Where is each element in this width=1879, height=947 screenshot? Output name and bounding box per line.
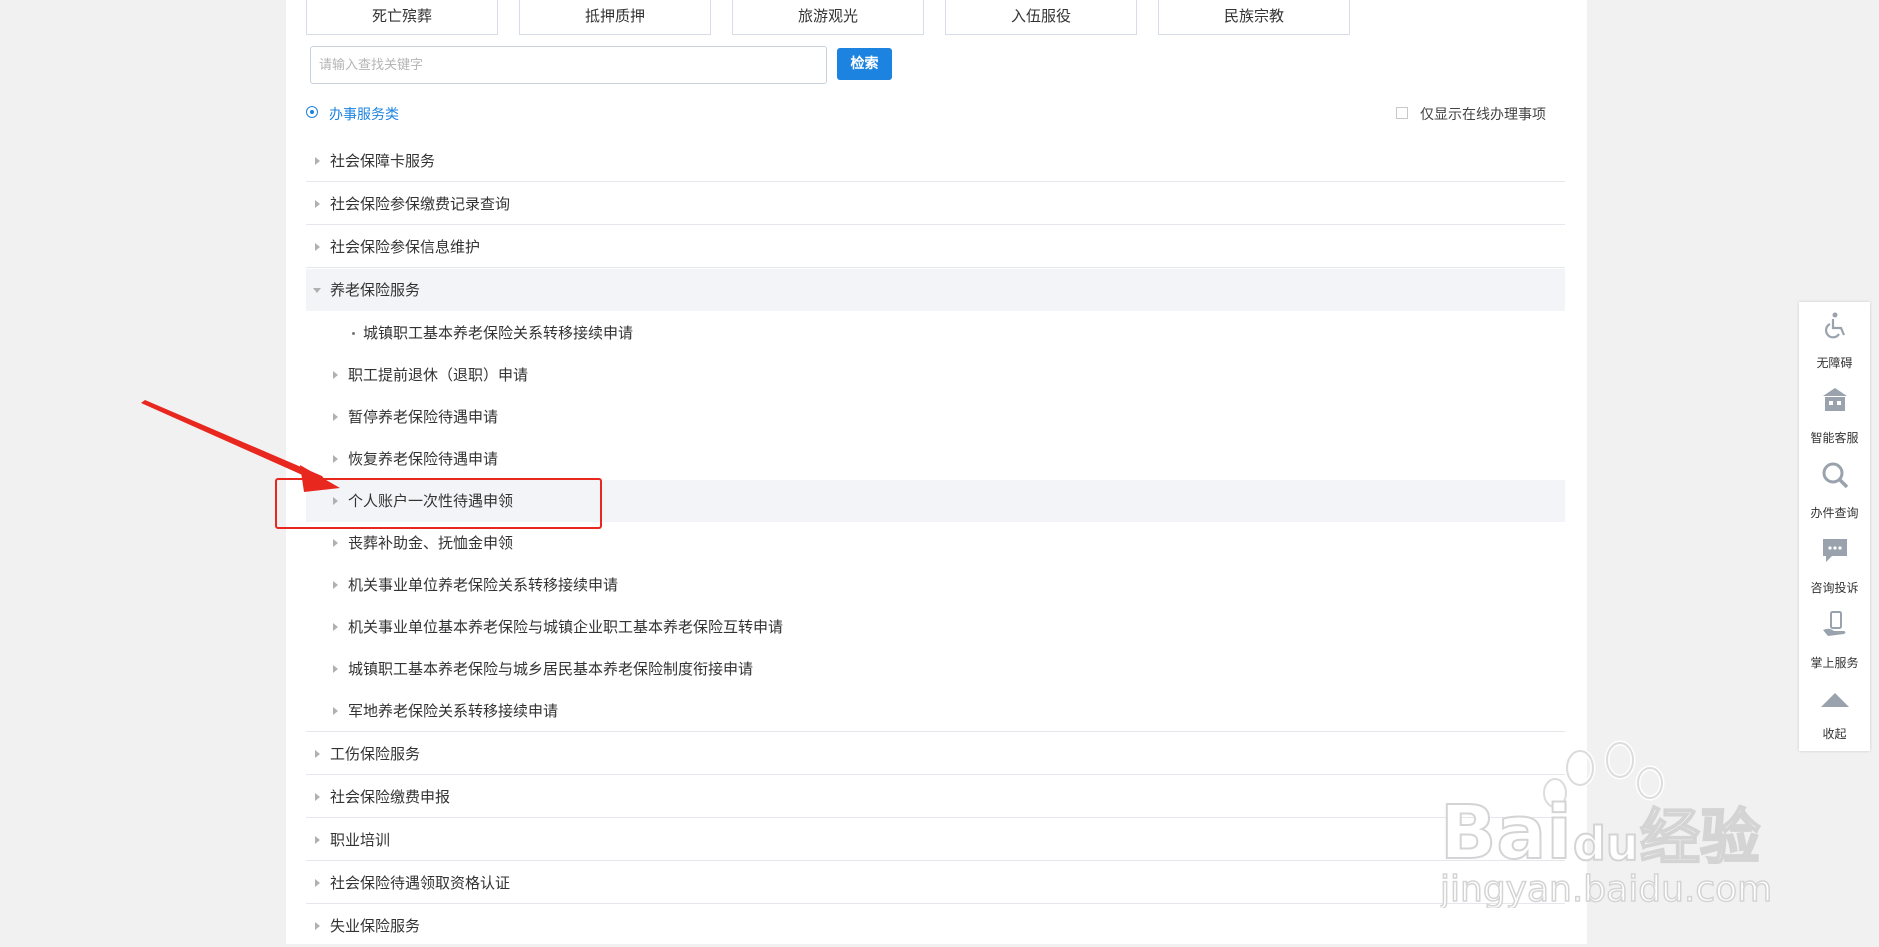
toolbar-label: 咨询投诉 xyxy=(1810,581,1859,595)
watermark-brand-cn: 经验 xyxy=(1640,803,1760,873)
smart-service-button[interactable]: 智能客服 xyxy=(1799,381,1870,455)
toolbar-label: 无障碍 xyxy=(1816,356,1853,370)
case-query-button[interactable]: 办件查询 xyxy=(1799,456,1870,530)
search-icon xyxy=(1822,462,1849,489)
annotation-highlight-box xyxy=(275,478,602,529)
chat-icon xyxy=(1823,539,1847,562)
toolbar-label: 收起 xyxy=(1822,727,1847,741)
toolbar-label: 掌上服务 xyxy=(1810,656,1859,670)
side-toolbar: 无障碍 智能客服 办件查询 咨询投诉 掌上服务 收起 xyxy=(1799,302,1870,751)
baidu-jingyan-watermark: Bai du 经验 jingyan.baidu.com xyxy=(1440,740,1773,908)
robot-icon xyxy=(1823,388,1847,411)
watermark-brand-2: du xyxy=(1573,817,1639,871)
watermark-url: jingyan.baidu.com xyxy=(1440,869,1772,908)
phone-hand-icon xyxy=(1823,611,1846,636)
mobile-service-button[interactable]: 掌上服务 xyxy=(1799,606,1870,680)
collapse-button[interactable]: 收起 xyxy=(1799,681,1870,755)
consult-complaint-button[interactable]: 咨询投诉 xyxy=(1799,531,1870,605)
watermark-brand: Bai xyxy=(1440,790,1572,876)
wheelchair-icon xyxy=(1825,312,1846,339)
collapse-up-icon xyxy=(1821,693,1849,707)
toolbar-label: 智能客服 xyxy=(1810,431,1859,445)
toolbar-label: 办件查询 xyxy=(1810,506,1859,520)
accessibility-button[interactable]: 无障碍 xyxy=(1799,306,1870,380)
